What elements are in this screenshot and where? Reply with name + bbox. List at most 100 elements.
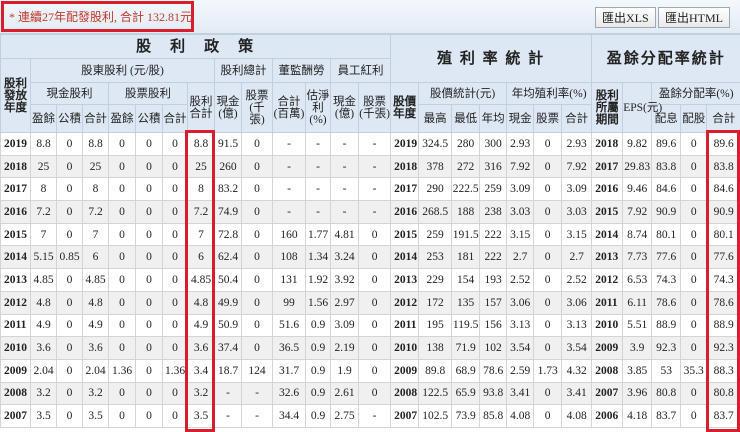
table-cell: 89.6 [706, 132, 740, 156]
table-cell: 181 [451, 245, 481, 270]
table-cell: 2.75 [330, 404, 359, 428]
table-cell: 0 [135, 268, 163, 292]
table-cell: 154 [451, 268, 481, 292]
year-cell: 2015 [390, 222, 420, 247]
table-cell: 222 [479, 222, 508, 247]
table-cell: - [305, 177, 331, 202]
table-cell: 4.08 [561, 404, 593, 428]
director-comp-header: 董監酬勞 [272, 58, 331, 83]
year-cell: 2007 [591, 381, 624, 406]
table-cell: 0 [533, 154, 563, 179]
table-cell: 124 [241, 358, 273, 383]
table-cell: 0 [135, 177, 163, 202]
table-cell: 1.92 [305, 268, 331, 292]
table-cell: 5.15 [30, 245, 57, 270]
table-cell: 8 [30, 177, 57, 202]
table-cell: 0.9 [305, 404, 331, 428]
table-cell: 378 [418, 154, 453, 179]
table-cell: 0 [135, 404, 163, 428]
yield-stats-header: 殖 利 率 統 計 [390, 34, 593, 83]
table-cell: 7.2 [30, 200, 57, 224]
table-cell: 4.32 [561, 358, 593, 383]
stock-k-header: 股票(千張) [241, 82, 273, 133]
table-cell: 80.1 [651, 222, 682, 247]
table-cell: 0 [533, 290, 563, 315]
table-cell: 4.9 [187, 313, 215, 338]
table-cell: 84.6 [706, 177, 740, 202]
table-cell: 0 [680, 404, 708, 428]
table-cell: 0.9 [305, 381, 331, 406]
table-cell: 0 [135, 222, 163, 247]
export-xls-button[interactable]: 匯出XLS [595, 7, 656, 28]
table-cell: 3.96 [622, 381, 653, 406]
table-cell: 0 [56, 177, 83, 202]
sub-header: 合計 [82, 104, 109, 133]
year-cell: 2006 [591, 404, 624, 428]
year-cell: 2018 [390, 154, 420, 179]
table-cell: 9.46 [622, 177, 653, 202]
table-cell: 0 [533, 313, 563, 338]
table-cell: 7 [187, 222, 215, 247]
year-cell: 2007 [0, 404, 31, 428]
table-cell: 78.6 [706, 290, 740, 315]
table-cell: 0 [241, 177, 273, 202]
sub-header: 公積 [135, 104, 163, 133]
table-cell: 0 [533, 404, 563, 428]
table-cell: 102.5 [418, 404, 453, 428]
table-cell: 7 [82, 222, 109, 247]
table-cell: 3.03 [561, 200, 593, 224]
table-cell: 4.08 [506, 404, 535, 428]
stock-dividend-header: 股票股利 [108, 82, 188, 105]
year-cell: 2015 [591, 200, 624, 224]
table-cell: 280 [451, 132, 481, 156]
year-cell: 2018 [0, 154, 31, 179]
table-cell: 0 [56, 154, 83, 179]
table-cell: 3.5 [30, 404, 57, 428]
table-cell: 92.3 [651, 336, 682, 360]
table-cell: 3.09 [506, 177, 535, 202]
sub-header: 盈餘 [30, 104, 57, 133]
table-cell: - [330, 177, 359, 202]
table-cell: 157 [479, 290, 508, 315]
table-cell: 0 [680, 313, 708, 338]
table-cell: 51.6 [272, 313, 306, 338]
table-cell: 0.9 [305, 358, 331, 383]
table-cell: 0 [533, 381, 563, 406]
table-cell: 0 [56, 268, 83, 292]
table-cell: 88.9 [706, 313, 740, 338]
sub-header: 最高 [418, 104, 453, 133]
table-cell: 65.9 [451, 381, 481, 406]
year-cell: 2010 [0, 336, 31, 360]
sub-header: 配股 [680, 104, 708, 133]
export-html-button[interactable]: 匯出HTML [658, 7, 730, 28]
table-cell: 0 [108, 290, 136, 315]
table-cell: 8 [82, 177, 109, 202]
table-cell: 138 [418, 336, 453, 360]
year-cell: 2019 [0, 132, 31, 156]
table-row: 2013 4.85 0 4.85 0 0 0 4.85 50.4 0 131 1.92 3.92 0 201… [0, 268, 740, 292]
table-cell: 0 [56, 222, 83, 247]
table-cell: 34.4 [272, 404, 306, 428]
table-cell: 259 [418, 222, 453, 247]
table-cell: 74.9 [214, 200, 242, 224]
table-cell: 272 [451, 154, 481, 179]
table-cell: 0 [162, 404, 188, 428]
table-cell: 2.7 [506, 245, 535, 270]
table-cell: 0 [241, 268, 273, 292]
table-cell: 1.77 [305, 222, 331, 247]
table-cell: 2.93 [506, 132, 535, 156]
table-cell: 6 [82, 245, 109, 270]
table-cell: 90.9 [651, 200, 682, 224]
table-cell: 8.8 [187, 132, 215, 156]
table-cell: 0 [108, 222, 136, 247]
table-cell: 0 [56, 358, 83, 383]
table-cell: - [357, 177, 392, 202]
table-row: 2009 2.04 0 2.04 1.36 0 1.36 3.4 18.7 124 31.7 0.9 1… [0, 358, 740, 383]
table-cell: 93.8 [479, 381, 508, 406]
table-cell: 0 [680, 200, 708, 224]
cash-dividend-header: 現金股利 [30, 82, 109, 105]
year-cell: 2014 [390, 245, 420, 270]
table-cell: 8.8 [82, 132, 109, 156]
table-cell: 229 [418, 268, 453, 292]
table-cell: 0 [241, 222, 273, 247]
